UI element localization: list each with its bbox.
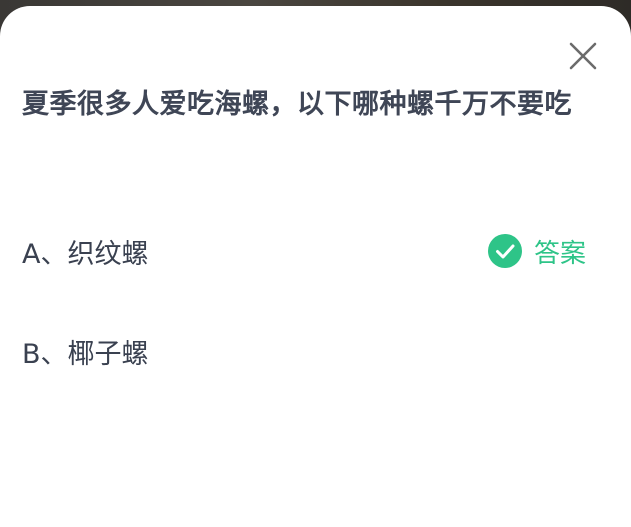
option-label: 织纹螺	[67, 238, 149, 270]
option-letter: B、	[22, 338, 68, 370]
option-letter: A、	[22, 238, 68, 270]
answer-label: 答案	[534, 238, 587, 269]
answer-indicator: 答案	[488, 233, 586, 269]
close-button[interactable]	[565, 38, 601, 74]
check-circle-icon	[488, 234, 522, 268]
question-text: 夏季很多人爱吃海螺，以下哪种螺千万不要吃	[22, 89, 572, 120]
option-b[interactable]: B、 椰子螺	[22, 326, 612, 376]
option-label: 椰子螺	[67, 338, 149, 370]
close-icon	[569, 42, 597, 70]
